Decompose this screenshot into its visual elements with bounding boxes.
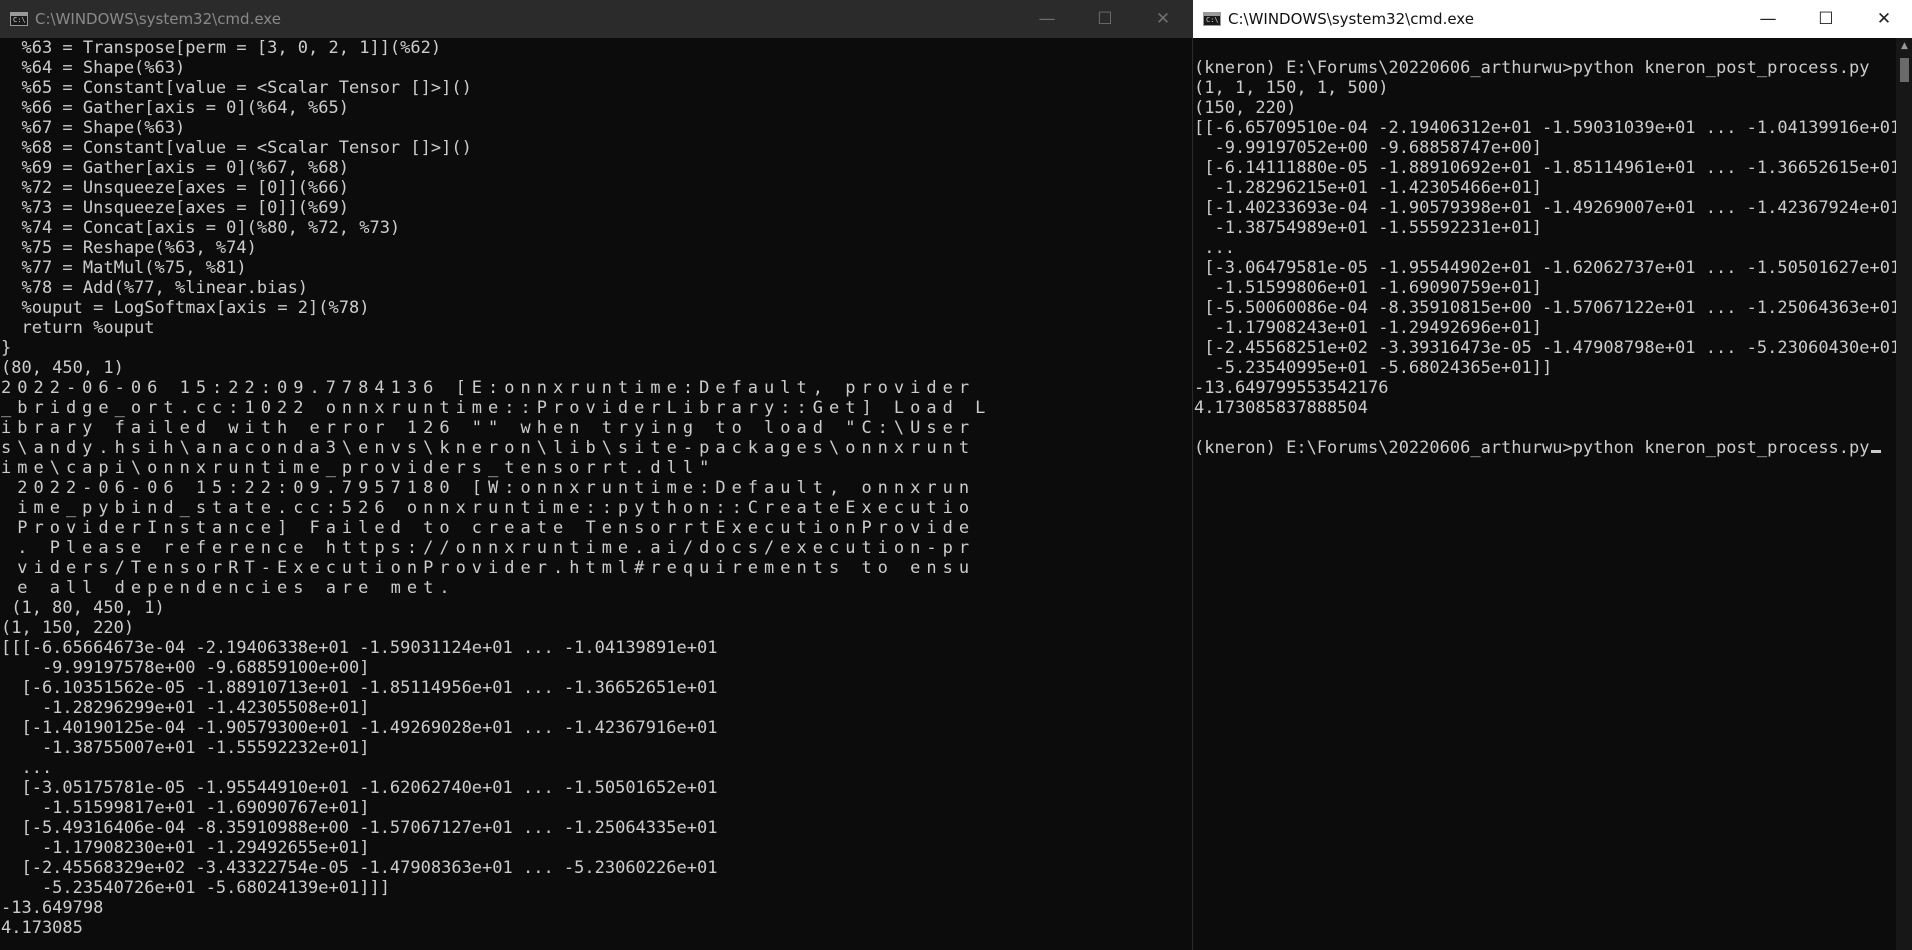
console-line: -5.23540726e+01 -5.68024139e+01]]] <box>1 878 390 898</box>
console-line: -1.17908243e+01 -1.29492696e+01] <box>1194 318 1542 338</box>
right-console-output[interactable]: (kneron) E:\Forums\20220606_arthurwu>pyt… <box>1194 38 1912 950</box>
console-line: -13.649799553542176 <box>1194 378 1389 398</box>
console-line: %ouput = LogSoftmax[axis = 2](%78) <box>1 298 370 318</box>
console-line: (150, 220) <box>1194 98 1297 118</box>
console-line: . Please reference https://onnxruntime.a… <box>1 538 976 558</box>
console-line: %64 = Shape(%63) <box>1 58 186 78</box>
console-line: [[-6.65709510e-04 -2.19406312e+01 -1.590… <box>1194 118 1901 138</box>
console-line: (kneron) E:\Forums\20220606_arthurwu>pyt… <box>1194 438 1912 458</box>
console-line: %72 = Unsqueeze[axes = [0]](%66) <box>1 178 349 198</box>
console-line: (1, 150, 220) <box>1 618 135 638</box>
text-cursor <box>1870 450 1881 453</box>
console-line: [[[-6.65664673e-04 -2.19406338e+01 -1.59… <box>1 638 718 658</box>
left-close-button[interactable]: ✕ <box>1134 0 1192 38</box>
console-line: [-1.40233693e-04 -1.90579398e+01 -1.4926… <box>1194 198 1901 218</box>
console-line: [-3.05175781e-05 -1.95544910e+01 -1.6206… <box>1 778 718 798</box>
left-console-window[interactable]: C:\ C:\WINDOWS\system32\cmd.exe — ☐ ✕ %6… <box>0 0 1192 950</box>
console-line: [-2.45568329e+02 -3.43322754e-05 -1.4790… <box>1 858 718 878</box>
console-line: -9.99197052e+00 -9.68858747e+00] <box>1194 138 1542 158</box>
right-close-button[interactable]: ✕ <box>1855 0 1912 38</box>
console-line: (1, 1, 150, 1, 500) <box>1194 78 1389 98</box>
console-line: s\andy.hsih\anaconda3\envs\kneron\lib\si… <box>1 438 976 458</box>
console-line: [-6.10351562e-05 -1.88910713e+01 -1.8511… <box>1 678 718 698</box>
console-line: [-5.49316406e-04 -8.35910988e+00 -1.5706… <box>1 818 718 838</box>
console-line: -1.51599806e+01 -1.69090759e+01] <box>1194 278 1542 298</box>
console-line: 4.173085837888504 <box>1194 398 1368 418</box>
console-line: %69 = Gather[axis = 0](%67, %68) <box>1 158 349 178</box>
console-line: -5.23540995e+01 -5.68024365e+01]] <box>1194 358 1553 378</box>
right-titlebar[interactable]: C:\ C:\WINDOWS\system32\cmd.exe — ☐ ✕ <box>1193 0 1912 38</box>
left-window-title: C:\WINDOWS\system32\cmd.exe <box>35 10 281 28</box>
right-console-window[interactable]: C:\ C:\WINDOWS\system32\cmd.exe — ☐ ✕ (k… <box>1192 0 1912 950</box>
console-line: 2022-06-06 15:22:09.7957180 [W:onnxrunti… <box>1 478 976 498</box>
left-window-controls: — ☐ ✕ <box>1018 0 1192 38</box>
console-line: [-2.45568251e+02 -3.39316473e-05 -1.4790… <box>1194 338 1901 358</box>
console-line: %77 = MatMul(%75, %81) <box>1 258 247 278</box>
console-line: (kneron) E:\Forums\20220606_arthurwu>pyt… <box>1194 58 1870 78</box>
console-line: %78 = Add(%77, %linear.bias) <box>1 278 309 298</box>
console-line: 4.173085 <box>1 918 83 938</box>
right-minimize-button[interactable]: — <box>1739 0 1797 38</box>
console-line: -1.28296215e+01 -1.42305466e+01] <box>1194 178 1542 198</box>
console-line: %67 = Shape(%63) <box>1 118 186 138</box>
console-line: -9.99197578e+00 -9.68859100e+00] <box>1 658 370 678</box>
console-line: viders/TensorRT-ExecutionProvider.html#r… <box>1 558 976 578</box>
console-line: %75 = Reshape(%63, %74) <box>1 238 257 258</box>
scrollbar-thumb[interactable] <box>1900 58 1909 82</box>
right-window-controls: — ☐ ✕ <box>1739 0 1912 38</box>
console-line: %73 = Unsqueeze[axes = [0]](%69) <box>1 198 349 218</box>
console-line: ime_pybind_state.cc:526 onnxruntime::pyt… <box>1 498 976 518</box>
console-line: -1.38754989e+01 -1.55592231e+01] <box>1194 218 1542 238</box>
console-line: [-6.14111880e-05 -1.88910692e+01 -1.8511… <box>1194 158 1901 178</box>
console-line: [-3.06479581e-05 -1.95544902e+01 -1.6206… <box>1194 258 1901 278</box>
console-line: ... <box>1194 238 1235 258</box>
cmd-app-icon: C:\ <box>10 12 28 26</box>
console-line: %68 = Constant[value = <Scalar Tensor []… <box>1 138 472 158</box>
console-line: e all dependencies are met. <box>1 578 456 598</box>
console-line: ime\capi\onnxruntime_providers_tensorrt.… <box>1 458 716 478</box>
console-line: (1, 80, 450, 1) <box>1 598 165 618</box>
console-line: %74 = Concat[axis = 0](%80, %72, %73) <box>1 218 401 238</box>
console-line: %65 = Constant[value = <Scalar Tensor []… <box>1 78 472 98</box>
console-line: -1.38755007e+01 -1.55592232e+01] <box>1 738 370 758</box>
left-maximize-button[interactable]: ☐ <box>1076 0 1134 38</box>
console-line: -1.51599817e+01 -1.69090767e+01] <box>1 798 370 818</box>
console-line: -1.28296299e+01 -1.42305508e+01] <box>1 698 370 718</box>
right-window-title: C:\WINDOWS\system32\cmd.exe <box>1228 10 1474 28</box>
left-minimize-button[interactable]: — <box>1018 0 1076 38</box>
console-line: -13.649798 <box>1 898 104 918</box>
left-console-output[interactable]: %63 = Transpose[perm = [3, 0, 2, 1]](%62… <box>1 38 1192 950</box>
console-line: -1.17908230e+01 -1.29492655e+01] <box>1 838 370 858</box>
console-line: [-1.40190125e-04 -1.90579300e+01 -1.4926… <box>1 718 718 738</box>
scroll-up-arrow-icon[interactable]: ▲ <box>1896 38 1912 55</box>
console-line: return %ouput <box>1 318 155 338</box>
right-maximize-button[interactable]: ☐ <box>1797 0 1855 38</box>
console-line: } <box>1 338 12 358</box>
console-line: %66 = Gather[axis = 0](%64, %65) <box>1 98 349 118</box>
console-line: _bridge_ort.cc:1022 onnxruntime::Provide… <box>1 398 992 418</box>
console-line: %63 = Transpose[perm = [3, 0, 2, 1]](%62… <box>1 38 442 58</box>
left-titlebar[interactable]: C:\ C:\WINDOWS\system32\cmd.exe — ☐ ✕ <box>0 0 1192 38</box>
cmd-app-icon: C:\ <box>1203 12 1221 26</box>
console-line: ... <box>1 758 53 778</box>
console-line: ibrary failed with error 126 "" when try… <box>1 418 976 438</box>
console-line: 2022-06-06 15:22:09.7784136 [E:onnxrunti… <box>1 378 976 398</box>
console-line: [-5.50060086e-04 -8.35910815e+00 -1.5706… <box>1194 298 1901 318</box>
right-scrollbar[interactable]: ▲ <box>1896 38 1912 950</box>
console-line: ProviderInstance] Failed to create Tenso… <box>1 518 976 538</box>
console-line: (80, 450, 1) <box>1 358 124 378</box>
